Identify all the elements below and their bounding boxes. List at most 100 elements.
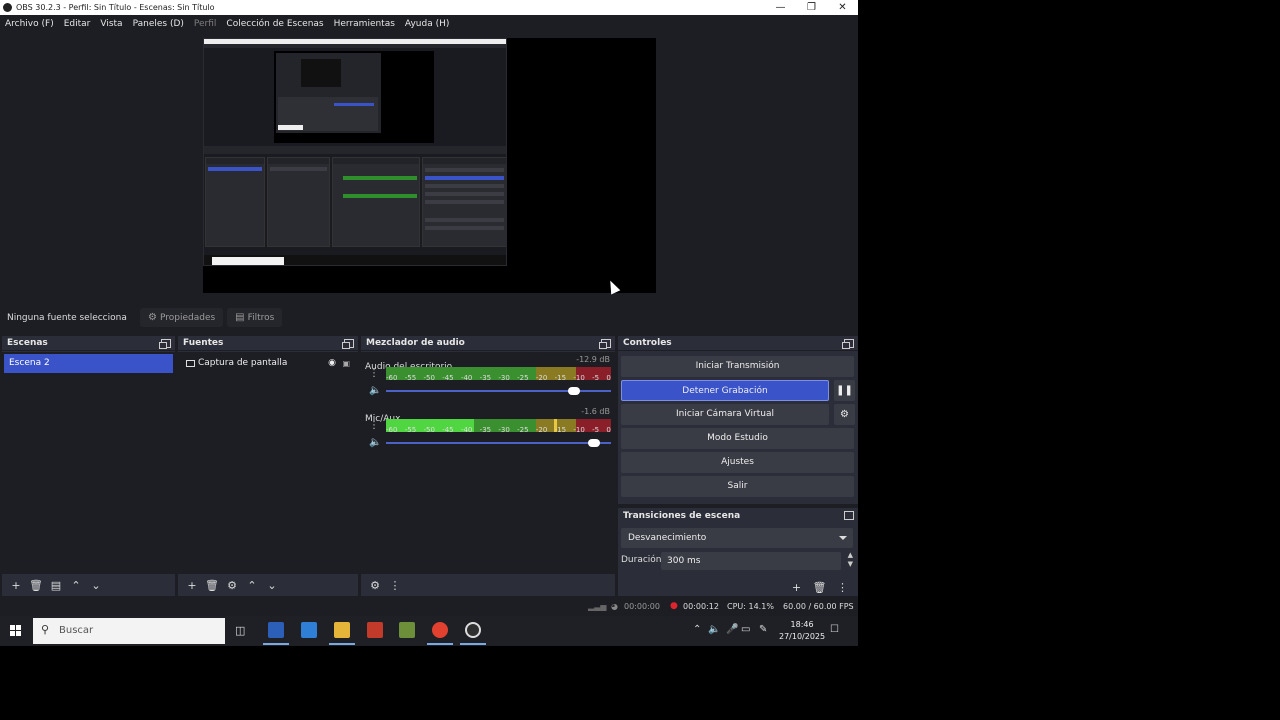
undock-icon[interactable]	[599, 338, 611, 349]
trash-icon[interactable]: 🗑	[26, 579, 46, 592]
mixer-title: Mezclador de audio	[366, 338, 465, 348]
chrome-icon[interactable]	[432, 622, 448, 638]
controls-title: Controles	[623, 338, 672, 348]
undock-icon[interactable]	[842, 338, 854, 349]
tick-label: -20	[535, 374, 548, 382]
undock-icon[interactable]	[159, 338, 171, 349]
duration-spinner[interactable]: ▲ ▼	[848, 551, 853, 569]
source-item-captura-pantalla[interactable]: Captura de pantalla ◉ ▣	[180, 354, 356, 372]
undock-icon[interactable]	[844, 511, 854, 520]
taskbar-search-input[interactable]: Buscar	[33, 618, 225, 644]
transitions-title: Transiciones de escena	[623, 510, 741, 521]
move-down-icon[interactable]: ⌄	[262, 579, 282, 592]
duration-input[interactable]: 300 ms	[661, 552, 841, 570]
kebab-menu-icon[interactable]: ⋮	[831, 581, 854, 594]
add-icon[interactable]: +	[182, 579, 202, 592]
record-dot-icon: ●	[670, 601, 678, 611]
tick-label: -35	[479, 426, 492, 434]
menu-perfil[interactable]: Perfil	[189, 19, 222, 29]
move-down-icon[interactable]: ⌄	[86, 579, 106, 592]
recording-time: 00:00:12	[683, 602, 719, 611]
audio-mixer-dock: Mezclador de audio Audio del escritorio …	[361, 336, 615, 596]
menu-herramientas[interactable]: Herramientas	[329, 19, 400, 29]
volume-icon[interactable]: 🔈	[708, 624, 720, 635]
volume-slider[interactable]	[386, 439, 611, 447]
screen-capture-content	[203, 38, 507, 266]
menu-vista[interactable]: Vista	[95, 19, 127, 29]
undock-icon[interactable]	[342, 338, 354, 349]
trash-icon[interactable]: 🗑	[202, 579, 222, 592]
gear-icon[interactable]: ⚙	[222, 579, 242, 592]
eye-icon[interactable]: ◉	[328, 358, 336, 368]
speaker-icon[interactable]: 🔈	[369, 385, 381, 396]
pause-icon[interactable]: ❚❚	[834, 380, 855, 401]
tick-label: -40	[460, 374, 473, 382]
windows-start-icon[interactable]	[10, 625, 22, 637]
start-virtual-camera-button[interactable]: Iniciar Cámara Virtual	[621, 404, 829, 425]
menu-editar[interactable]: Editar	[59, 19, 96, 29]
scene-item-escena-2[interactable]: Escena 2	[4, 354, 173, 373]
slider-handle[interactable]	[567, 387, 580, 395]
minimize-icon[interactable]: —	[765, 0, 796, 15]
active-app-indicator	[329, 643, 355, 645]
mixer-channel: Mic/Aux -1.6 dB ⋮ -60 -55 -50 -45 -40 -3…	[361, 404, 615, 456]
add-icon[interactable]: +	[6, 579, 26, 592]
studio-mode-button[interactable]: Modo Estudio	[621, 428, 854, 449]
move-up-icon[interactable]: ⌃	[66, 579, 86, 592]
tick-label: -15	[554, 426, 567, 434]
preview-canvas[interactable]	[203, 38, 656, 293]
gear-icon[interactable]: ⚙	[834, 404, 855, 425]
app-icon[interactable]	[367, 622, 383, 638]
notifications-icon[interactable]: ☐	[830, 624, 839, 635]
filter-icon: ▤	[235, 312, 245, 323]
sources-title: Fuentes	[183, 338, 224, 348]
duration-label: Duración	[621, 555, 662, 565]
menu-coleccion-escenas[interactable]: Colección de Escenas	[221, 19, 328, 29]
mixer-toolbar: ⚙ ⋮	[361, 574, 615, 596]
microphone-icon[interactable]: 🎤	[726, 624, 738, 635]
start-stream-button[interactable]: Iniciar Transmisión	[621, 356, 854, 377]
menu-bar: Archivo (F) Editar Vista Paneles (D) Per…	[0, 15, 858, 32]
word-icon[interactable]	[268, 622, 284, 638]
trash-icon[interactable]: 🗑	[808, 581, 831, 594]
meter-ticks: -60 -55 -50 -45 -40 -35 -30 -25 -20 -15 …	[386, 374, 611, 382]
move-up-icon[interactable]: ⌃	[242, 579, 262, 592]
pen-icon[interactable]: ✎	[759, 624, 767, 635]
kebab-menu-icon[interactable]: ⋮	[369, 368, 379, 379]
chevron-up-icon[interactable]: ⌃	[693, 624, 701, 635]
scenes-toolbar: + 🗑 ▤ ⌃ ⌄	[2, 574, 175, 596]
exit-button[interactable]: Salir	[621, 476, 854, 497]
advanced-audio-gear-icon[interactable]: ⚙	[365, 579, 385, 592]
add-icon[interactable]: +	[785, 581, 808, 594]
settings-button[interactable]: Ajustes	[621, 452, 854, 473]
slider-handle[interactable]	[587, 439, 600, 447]
volume-slider[interactable]	[386, 387, 611, 395]
calculator-icon[interactable]	[301, 622, 317, 638]
menu-ayuda[interactable]: Ayuda (H)	[400, 19, 454, 29]
speaker-icon[interactable]: 🔈	[369, 437, 381, 448]
menu-paneles[interactable]: Paneles (D)	[128, 19, 189, 29]
close-icon[interactable]: ✕	[827, 0, 858, 15]
properties-button[interactable]: ⚙ Propiedades	[140, 308, 224, 327]
obs-taskbar-icon[interactable]	[465, 622, 481, 638]
menu-archivo[interactable]: Archivo (F)	[0, 19, 59, 29]
kebab-menu-icon[interactable]: ⋮	[385, 579, 405, 592]
filter-icon[interactable]: ▤	[46, 579, 66, 592]
mixer-channels: Audio del escritorio -12.9 dB ⋮ -60 -55 …	[361, 352, 615, 574]
active-app-indicator	[263, 643, 289, 645]
gear-icon: ⚙	[148, 312, 157, 323]
taskbar-clock[interactable]: 18:46 27/10/2025	[779, 619, 825, 643]
transition-select[interactable]: Desvanecimiento	[621, 528, 853, 548]
stop-recording-button[interactable]: Detener Grabación	[621, 380, 829, 401]
filters-button[interactable]: ▤ Filtros	[227, 308, 283, 327]
cpu-usage: CPU: 14.1%	[727, 602, 774, 611]
lock-icon[interactable]: ▣	[342, 359, 350, 368]
restore-icon[interactable]: ❐	[796, 0, 827, 15]
app-icon[interactable]	[399, 622, 415, 638]
file-explorer-icon[interactable]	[334, 622, 350, 638]
display-icon[interactable]: ▭	[741, 624, 750, 635]
tick-label: -15	[554, 374, 567, 382]
tick-label: 0	[606, 374, 611, 382]
task-view-icon[interactable]: ◫	[235, 624, 245, 637]
kebab-menu-icon[interactable]: ⋮	[369, 420, 379, 431]
